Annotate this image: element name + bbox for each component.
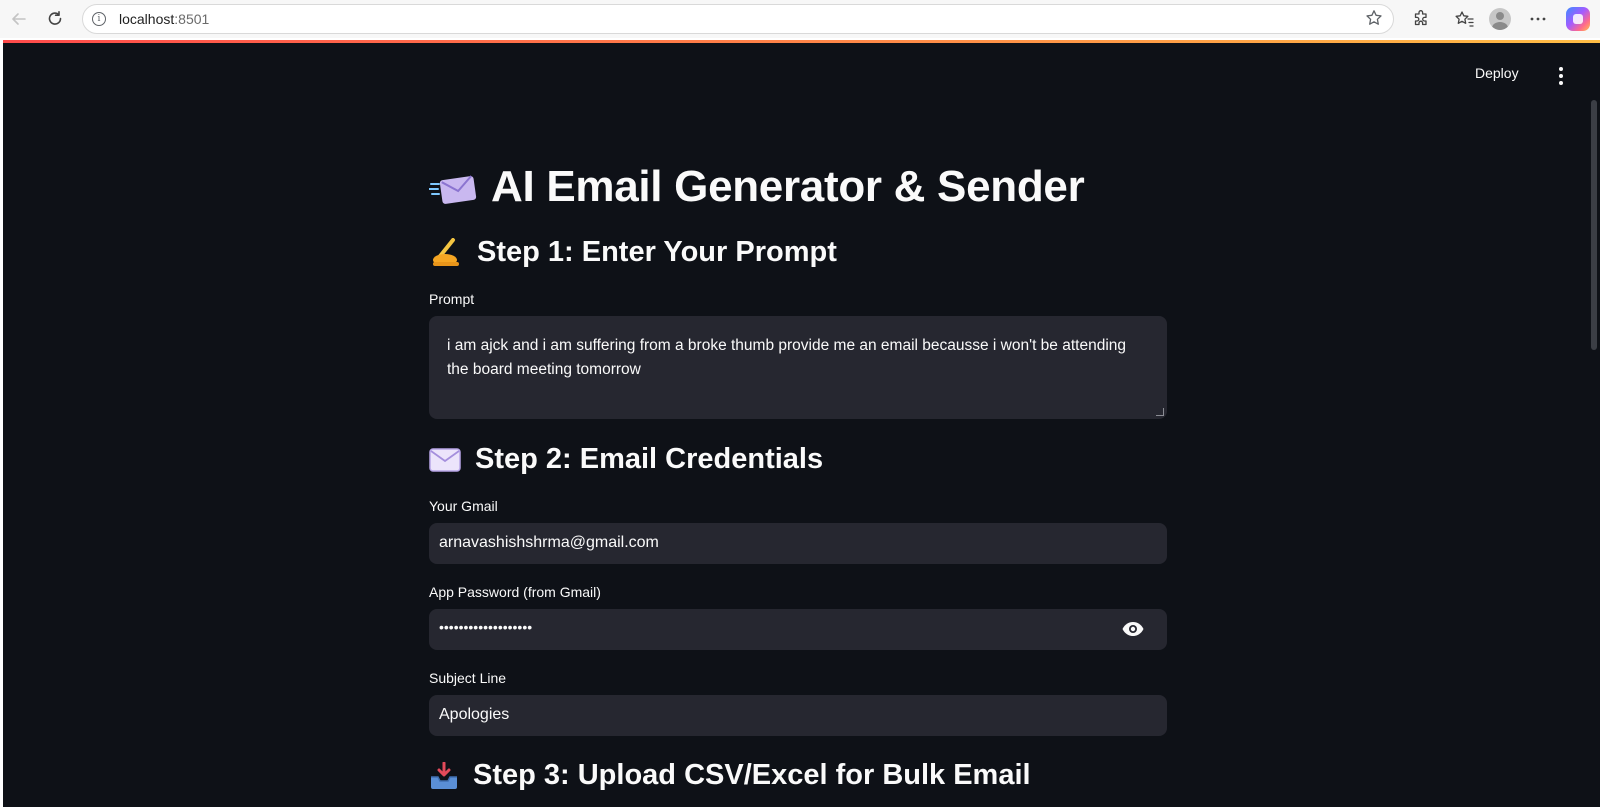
app-password-label: App Password (from Gmail) — [429, 584, 601, 600]
header-decoration — [3, 40, 1600, 43]
app-password-value[interactable]: ••••••••••••••••••• — [439, 619, 532, 635]
gmail-value[interactable]: arnavashishshrma@gmail.com — [439, 534, 659, 552]
subject-label: Subject Line — [429, 670, 507, 686]
incoming-envelope-icon — [428, 170, 477, 204]
gmail-input[interactable]: arnavashishshrma@gmail.com — [429, 523, 1167, 564]
step2-heading: Step 2: Email Credentials — [429, 443, 823, 476]
subject-input[interactable]: Apologies — [429, 695, 1167, 736]
inbox-tray-icon — [429, 761, 459, 790]
resize-handle[interactable] — [1156, 408, 1164, 416]
copilot-icon[interactable] — [1566, 7, 1590, 31]
page-title-text: AI Email Generator & Sender — [491, 162, 1085, 211]
profile-avatar[interactable] — [1489, 8, 1511, 30]
streamlit-app: Deploy AI Email Generator & Sender Step … — [3, 40, 1600, 807]
back-arrow-icon[interactable] — [7, 7, 31, 31]
browser-toolbar: i localhost:8501 — [0, 0, 1600, 38]
favorites-icon[interactable] — [1454, 8, 1476, 30]
main-menu-icon[interactable] — [1553, 66, 1569, 86]
gmail-label: Your Gmail — [429, 498, 498, 514]
extensions-icon[interactable] — [1410, 8, 1432, 30]
step3-heading-text: Step 3: Upload CSV/Excel for Bulk Email — [473, 759, 1031, 791]
step1-heading: Step 1: Enter Your Prompt — [429, 236, 837, 269]
page-title: AI Email Generator & Sender — [428, 162, 1085, 212]
app-password-input[interactable]: ••••••••••••••••••• — [429, 609, 1167, 650]
prompt-text[interactable]: i am ajck and i am suffering from a brok… — [447, 334, 1147, 382]
reload-icon[interactable] — [43, 7, 67, 31]
deploy-button[interactable]: Deploy — [1475, 65, 1519, 81]
favorite-star-icon[interactable] — [1365, 9, 1383, 32]
prompt-label: Prompt — [429, 291, 475, 307]
address-bar[interactable]: i localhost:8501 — [82, 4, 1394, 34]
eye-icon[interactable] — [1121, 621, 1145, 637]
envelope-icon — [429, 447, 461, 472]
writing-hand-icon — [429, 237, 463, 268]
site-info-icon[interactable]: i — [92, 12, 106, 26]
address-url: localhost:8501 — [119, 11, 210, 27]
step1-heading-text: Step 1: Enter Your Prompt — [477, 236, 837, 268]
more-options-icon[interactable] — [1527, 8, 1549, 30]
subject-value[interactable]: Apologies — [439, 706, 509, 724]
scrollbar[interactable] — [1591, 100, 1597, 350]
step3-heading: Step 3: Upload CSV/Excel for Bulk Email — [429, 759, 1031, 792]
prompt-textarea[interactable]: i am ajck and i am suffering from a brok… — [429, 316, 1167, 419]
step2-heading-text: Step 2: Email Credentials — [475, 443, 824, 475]
